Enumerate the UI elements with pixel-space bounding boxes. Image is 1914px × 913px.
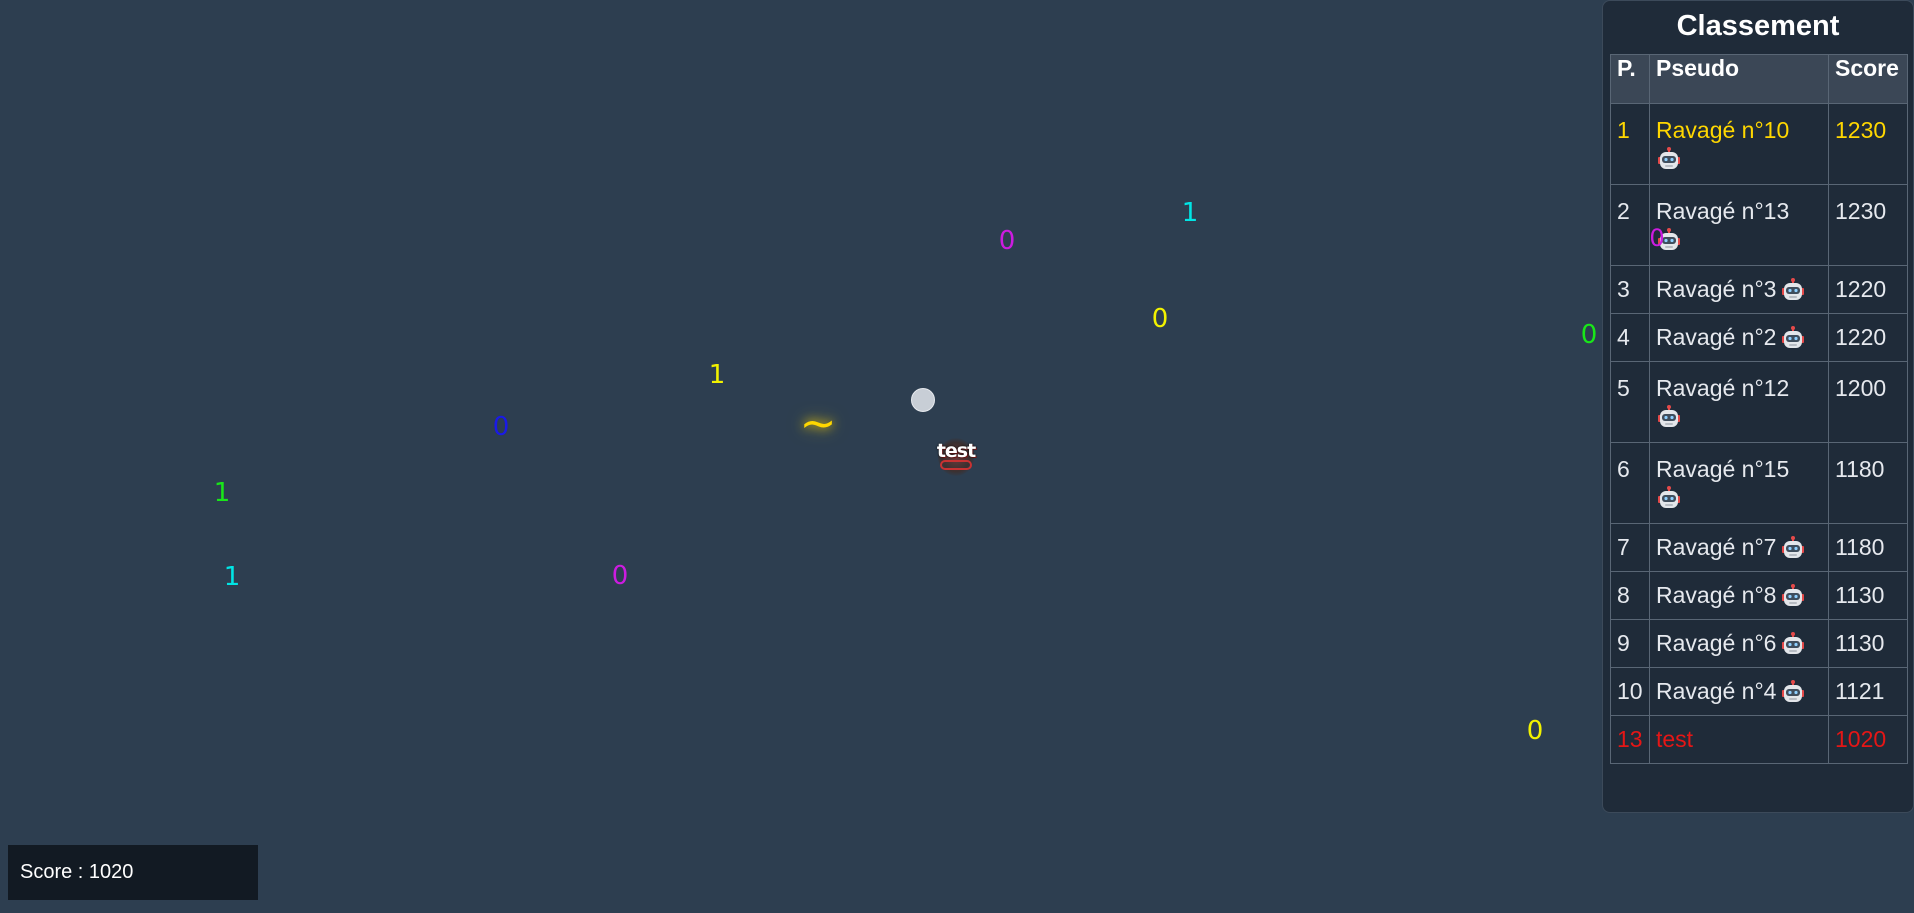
grey-orb: [911, 388, 935, 412]
robot-icon: [1780, 325, 1806, 352]
pseudo-text: Ravagé n°6: [1656, 630, 1777, 656]
leaderboard-row: 13 test 1020: [1610, 715, 1908, 764]
pellet: 1: [1181, 198, 1199, 228]
pseudo-cell: Ravagé n°4: [1649, 667, 1829, 716]
pellet: 1: [708, 360, 726, 390]
rank-cell: 9: [1610, 619, 1650, 668]
robot-icon: [1780, 535, 1806, 562]
score-display: Score : 1020: [8, 845, 258, 900]
rank-cell: 13: [1610, 715, 1650, 764]
robot-icon: [1656, 486, 1682, 512]
score-cell: 1220: [1828, 265, 1908, 314]
leaderboard-title: Classement: [1676, 10, 1840, 42]
pseudo-text: Ravagé n°3: [1656, 276, 1777, 302]
pseudo-cell: Ravagé n°6: [1649, 619, 1829, 668]
pseudo-text: Ravagé n°4: [1656, 678, 1777, 704]
pellet: 0: [611, 561, 629, 591]
rank-cell: 7: [1610, 523, 1650, 572]
pseudo-cell: Ravagé n°13: [1649, 184, 1829, 266]
robot-icon: [1656, 147, 1682, 173]
powerup-squiggle: ~: [799, 398, 837, 449]
score-cell: 1020: [1828, 715, 1908, 764]
rank-cell: 3: [1610, 265, 1650, 314]
player-cell: test: [934, 434, 978, 478]
pseudo-text: Ravagé n°7: [1656, 534, 1777, 560]
score-cell: 1220: [1828, 313, 1908, 362]
pseudo-cell: test: [1649, 715, 1829, 764]
score-cell: 1180: [1828, 523, 1908, 572]
pseudo-text: Ravagé n°13: [1656, 198, 1790, 224]
pseudo-cell: Ravagé n°15: [1649, 442, 1829, 524]
leaderboard-row: 3 Ravagé n°3 1220: [1610, 265, 1908, 314]
pseudo-text: Ravagé n°12: [1656, 375, 1790, 401]
robot-icon: [1780, 679, 1806, 706]
leaderboard-row: 5 Ravagé n°12 1200: [1610, 361, 1908, 443]
leaderboard-row: 10 Ravagé n°4 1121: [1610, 667, 1908, 716]
pseudo-text: Ravagé n°8: [1656, 582, 1777, 608]
score-cell: 1130: [1828, 571, 1908, 620]
leaderboard-header-row: P. Pseudo Score: [1610, 54, 1908, 104]
player-name: test: [936, 440, 976, 462]
pseudo-text: Ravagé n°2: [1656, 324, 1777, 350]
header-score: Score: [1828, 54, 1908, 104]
header-position: P.: [1610, 54, 1650, 104]
rank-cell: 10: [1610, 667, 1650, 716]
score-cell: 1200: [1828, 361, 1908, 443]
score-cell: 1180: [1828, 442, 1908, 524]
pellet: 0: [492, 412, 510, 442]
pellet: 0: [1649, 224, 1665, 252]
robot-icon: [1656, 405, 1682, 431]
leaderboard-row: 4 Ravagé n°2 1220: [1610, 313, 1908, 362]
leaderboard-row: 8 Ravagé n°8 1130: [1610, 571, 1908, 620]
pellet: 0: [1580, 320, 1598, 350]
rank-cell: 2: [1610, 184, 1650, 266]
pellet: 0: [1151, 304, 1169, 334]
pellet: 1: [213, 478, 231, 508]
pseudo-cell: Ravagé n°10: [1649, 103, 1829, 185]
rank-cell: 5: [1610, 361, 1650, 443]
score-cell: 1121: [1828, 667, 1908, 716]
pseudo-text: Ravagé n°15: [1656, 456, 1790, 482]
robot-icon: [1780, 277, 1806, 304]
pseudo-cell: Ravagé n°3: [1649, 265, 1829, 314]
leaderboard-row: 6 Ravagé n°15 1180: [1610, 442, 1908, 524]
rank-cell: 1: [1610, 103, 1650, 185]
header-pseudo: Pseudo: [1649, 54, 1829, 104]
leaderboard-row: 1 Ravagé n°10 1230: [1610, 103, 1908, 185]
leaderboard-table: P. Pseudo Score 1 Ravagé n°10 1230 2 Ravagé …: [1610, 54, 1908, 764]
rank-cell: 4: [1610, 313, 1650, 362]
score-cell: 1130: [1828, 619, 1908, 668]
pseudo-cell: Ravagé n°7: [1649, 523, 1829, 572]
score-cell: 1230: [1828, 184, 1908, 266]
leaderboard-panel: Classement P. Pseudo Score 1 Ravagé n°10 1…: [1602, 0, 1914, 813]
score-cell: 1230: [1828, 103, 1908, 185]
leaderboard-body: 1 Ravagé n°10 1230 2 Ravagé n°13 1230 3 Ravagé …: [1610, 103, 1908, 764]
pseudo-text: test: [1656, 726, 1694, 752]
robot-icon: [1780, 583, 1806, 610]
pellet: 1: [223, 562, 241, 592]
robot-icon: [1780, 631, 1806, 658]
pseudo-text: Ravagé n°10: [1656, 117, 1790, 143]
rank-cell: 8: [1610, 571, 1650, 620]
pellet: 0: [998, 226, 1016, 256]
rank-cell: 6: [1610, 442, 1650, 524]
pseudo-cell: Ravagé n°2: [1649, 313, 1829, 362]
leaderboard-row: 7 Ravagé n°7 1180: [1610, 523, 1908, 572]
leaderboard-row: 9 Ravagé n°6 1130: [1610, 619, 1908, 668]
pseudo-cell: Ravagé n°8: [1649, 571, 1829, 620]
pseudo-cell: Ravagé n°12: [1649, 361, 1829, 443]
pellet: 0: [1526, 716, 1544, 746]
